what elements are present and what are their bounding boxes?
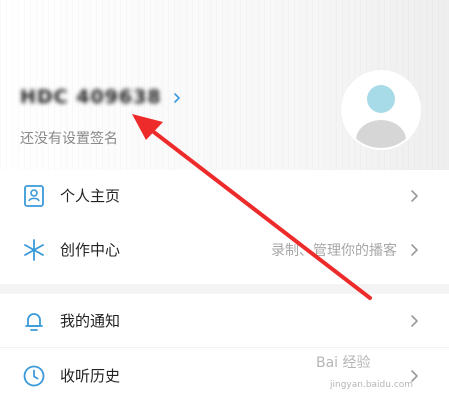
menu-item-label: 收听历史 [60,367,121,385]
baidu-watermark: Bai 经验 [316,355,371,371]
username[interactable]: HDC 409638 [20,86,162,108]
baidu-watermark-url: jingyan.baidu.com [330,380,414,390]
menu-item-listening-history[interactable]: 收听历史 [0,350,449,400]
chevron-right-icon [411,190,418,202]
bell-icon [25,313,43,331]
username-text: HDC 409638 [20,86,162,108]
signature-text[interactable]: 还没有设置签名 [20,128,118,148]
profile-header: HDC 409638 还没有设置签名 [0,0,449,170]
clock-icon [23,365,45,387]
chevron-right-icon [411,315,418,327]
menu-item-creator-center[interactable]: 创作中心 录制、管理你的播客 [0,224,449,276]
menu-item-label: 创作中心 [60,241,121,259]
menu-item-label: 我的通知 [60,312,121,330]
row-separator [0,347,449,348]
chevron-right-icon[interactable] [172,93,182,103]
chevron-right-icon [411,244,418,256]
sparkle-icon [24,239,44,261]
menu-item-hint: 录制、管理你的播客 [271,243,397,259]
menu-item-notifications[interactable]: 我的通知 [0,295,449,347]
menu-item-label: 个人主页 [60,187,121,205]
profile-page: HDC 409638 还没有设置签名 个人主页 创作中心 录制、管理你的播客 我… [0,0,449,400]
default-avatar-icon [356,85,406,148]
section-divider [0,284,449,294]
menu-item-homepage[interactable]: 个人主页 [0,170,449,222]
avatar[interactable] [341,70,421,150]
person-card-icon [24,185,44,207]
